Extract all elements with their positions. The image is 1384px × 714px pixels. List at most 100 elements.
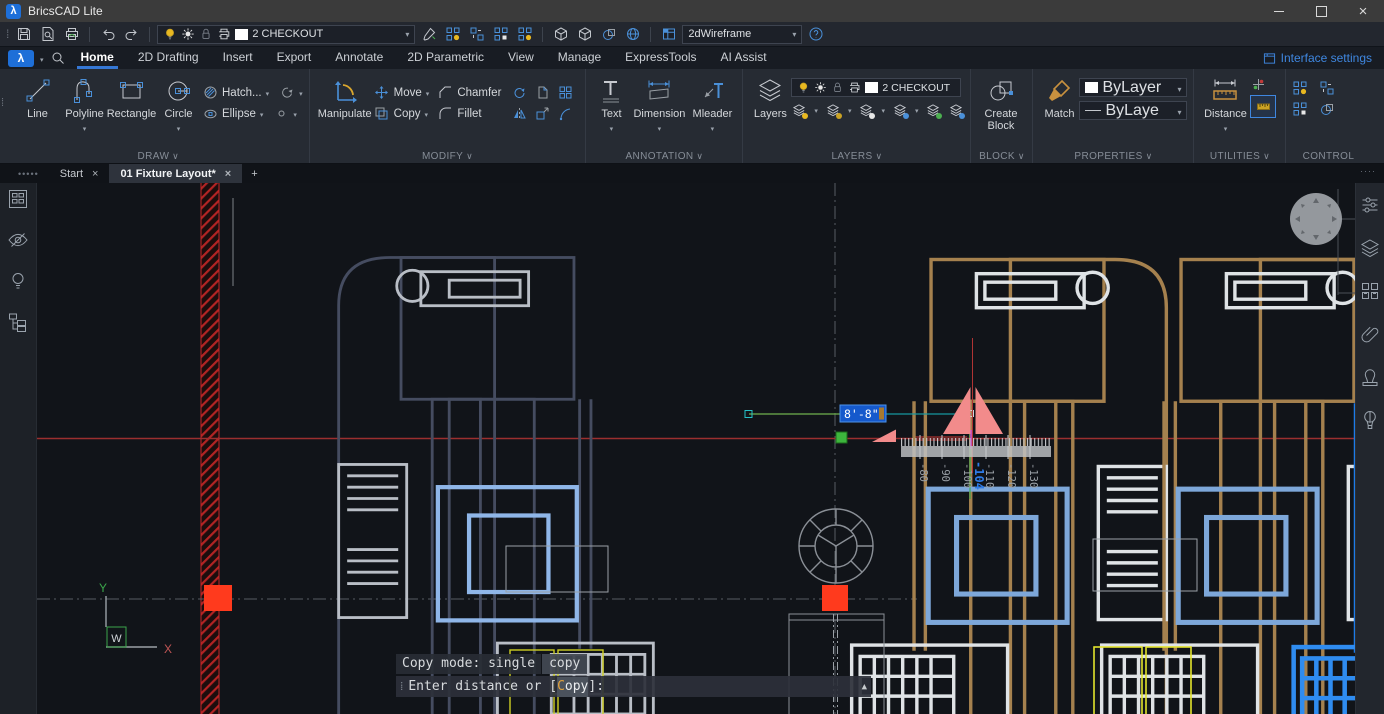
dimension-button[interactable]: Dimension [630, 74, 688, 134]
quick-measure-button-active[interactable] [1250, 95, 1276, 118]
balloon-icon[interactable] [1358, 408, 1382, 432]
panel-label-properties[interactable]: PROPERTIES [1033, 151, 1193, 162]
search-icon[interactable] [48, 49, 69, 67]
grid-plug-icon[interactable] [490, 25, 511, 43]
checkout-fixture-4[interactable] [339, 258, 654, 714]
red-block-marker-left[interactable] [204, 585, 232, 611]
manipulate-button[interactable]: Manipulate [316, 74, 374, 120]
array-button[interactable] [557, 84, 573, 100]
panel-label-layers[interactable]: LAYERS [743, 151, 970, 162]
visual-style-dropdown[interactable]: 2dWireframe [682, 25, 802, 44]
grid-lamp-icon[interactable] [514, 25, 535, 43]
panel-label-block[interactable]: BLOCK [971, 151, 1032, 162]
line-button[interactable]: Line [14, 74, 61, 120]
tab-insert[interactable]: Insert [211, 47, 265, 69]
command-input[interactable]: Enter distance or [Copy]: [396, 676, 871, 697]
panel-label-utilities[interactable]: UTILITIES [1194, 151, 1285, 162]
command-expand-icon[interactable] [862, 677, 867, 697]
doc-tab-fixture-layout[interactable]: 01 Fixture Layout* [109, 164, 242, 183]
tab-annotate[interactable]: Annotate [323, 47, 395, 69]
ellipse-icon[interactable] [202, 106, 218, 122]
structure-tree-icon[interactable] [6, 310, 30, 334]
close-icon[interactable] [92, 168, 98, 180]
id-point-button[interactable] [1250, 76, 1266, 92]
layers-panel-icon[interactable] [1358, 236, 1382, 260]
close-button[interactable] [1342, 0, 1384, 22]
fixture-outline-gray-left[interactable] [506, 546, 608, 592]
panel-label-draw[interactable]: DRAW [8, 151, 309, 162]
scale-button[interactable] [534, 105, 550, 121]
print-preview-button[interactable] [37, 25, 58, 43]
maximize-button[interactable] [1300, 0, 1342, 22]
tabbar-overflow-icon[interactable] [1360, 166, 1376, 176]
layer-new-button[interactable] [948, 102, 964, 118]
hatch-icon[interactable] [202, 85, 218, 101]
layer-state-button[interactable] [925, 102, 941, 118]
tabbar-grip-icon[interactable] [18, 169, 39, 179]
tab-manage[interactable]: Manage [546, 47, 613, 69]
hatched-column[interactable] [201, 183, 219, 714]
help-icon[interactable] [805, 25, 826, 43]
polyline-button[interactable]: Polyline [61, 74, 108, 134]
save-button[interactable] [13, 25, 34, 43]
layer-dropdown[interactable]: 2 CHECKOUT [157, 25, 415, 44]
tab-home[interactable]: Home [69, 47, 126, 69]
ribbon-layer-dropdown[interactable]: 2 CHECKOUT [791, 78, 961, 97]
fillet-button[interactable]: Fillet [457, 108, 481, 120]
panel-label-annotation[interactable]: ANNOTATION [586, 151, 742, 162]
fixture-outline-gray-right[interactable] [1093, 539, 1197, 591]
tab-ai-assist[interactable]: AI Assist [709, 47, 779, 69]
tab-2d-parametric[interactable]: 2D Parametric [395, 47, 496, 69]
rotate-button[interactable] [511, 84, 527, 100]
round-rack-symbol[interactable] [799, 509, 873, 583]
toolbar-grip-icon[interactable] [6, 27, 10, 41]
break-button[interactable] [557, 105, 573, 121]
panel-label-control[interactable]: CONTROL [1286, 151, 1370, 162]
globe-icon[interactable] [622, 25, 643, 43]
tab-view[interactable]: View [496, 47, 546, 69]
text-button[interactable]: Text [592, 74, 630, 134]
panels-icon[interactable] [6, 187, 30, 211]
rectangle-button[interactable]: Rectangle [108, 74, 155, 120]
match-properties-button[interactable]: Match [1039, 74, 1079, 120]
create-block-button[interactable]: CreateBlock [977, 74, 1024, 132]
attachments-icon[interactable] [1358, 322, 1382, 346]
redo-button[interactable] [121, 25, 142, 43]
cube-alt-icon[interactable] [574, 25, 595, 43]
chamfer-button[interactable]: Chamfer [457, 87, 501, 99]
drawing-canvas[interactable]: 8'-8" -80 -90 -100 -110 -120 [37, 183, 1355, 714]
tab-export[interactable]: Export [265, 47, 324, 69]
grid-arrows-icon[interactable] [466, 25, 487, 43]
circle-square-button[interactable] [1319, 101, 1335, 117]
chevron-down-icon[interactable] [40, 51, 44, 65]
lower-fixture-outline[interactable] [789, 614, 884, 714]
erase-button[interactable] [534, 84, 550, 100]
point-icon[interactable] [273, 106, 289, 122]
layer-lock-button[interactable] [825, 102, 841, 118]
mirror-button[interactable] [511, 105, 527, 121]
ribbon-grip-icon[interactable] [1, 97, 4, 109]
green-grip[interactable] [836, 432, 847, 443]
sheets-icon[interactable] [1358, 365, 1382, 389]
color-dropdown[interactable]: ByLayer [1079, 78, 1187, 97]
properties-sliders-icon[interactable] [1358, 193, 1382, 217]
linetype-dropdown[interactable]: ByLaye [1079, 101, 1187, 120]
grid-plug-button[interactable] [1292, 101, 1308, 117]
dynamic-dimension-field[interactable]: 8'-8" [840, 405, 886, 422]
circle-square-icon[interactable] [598, 25, 619, 43]
copy-button[interactable]: Copy [394, 108, 421, 120]
minimize-button[interactable] [1258, 0, 1300, 22]
undo-button[interactable] [97, 25, 118, 43]
grid-bulb-icon[interactable] [442, 25, 463, 43]
red-block-marker-center[interactable] [822, 585, 848, 611]
move-button[interactable]: Move [394, 87, 422, 99]
layers-button[interactable]: Layers [749, 74, 791, 120]
blocks-panel-icon[interactable] [1358, 279, 1382, 303]
tab-expresstools[interactable]: ExpressTools [613, 47, 708, 69]
layer-isolate-button[interactable] [892, 102, 908, 118]
lookfrom-widget[interactable] [1290, 189, 1355, 295]
eyedropper-icon[interactable] [418, 25, 439, 43]
circle-button[interactable]: Circle [155, 74, 202, 134]
revision-cloud-icon[interactable] [279, 85, 295, 101]
publish-button[interactable] [61, 25, 82, 43]
